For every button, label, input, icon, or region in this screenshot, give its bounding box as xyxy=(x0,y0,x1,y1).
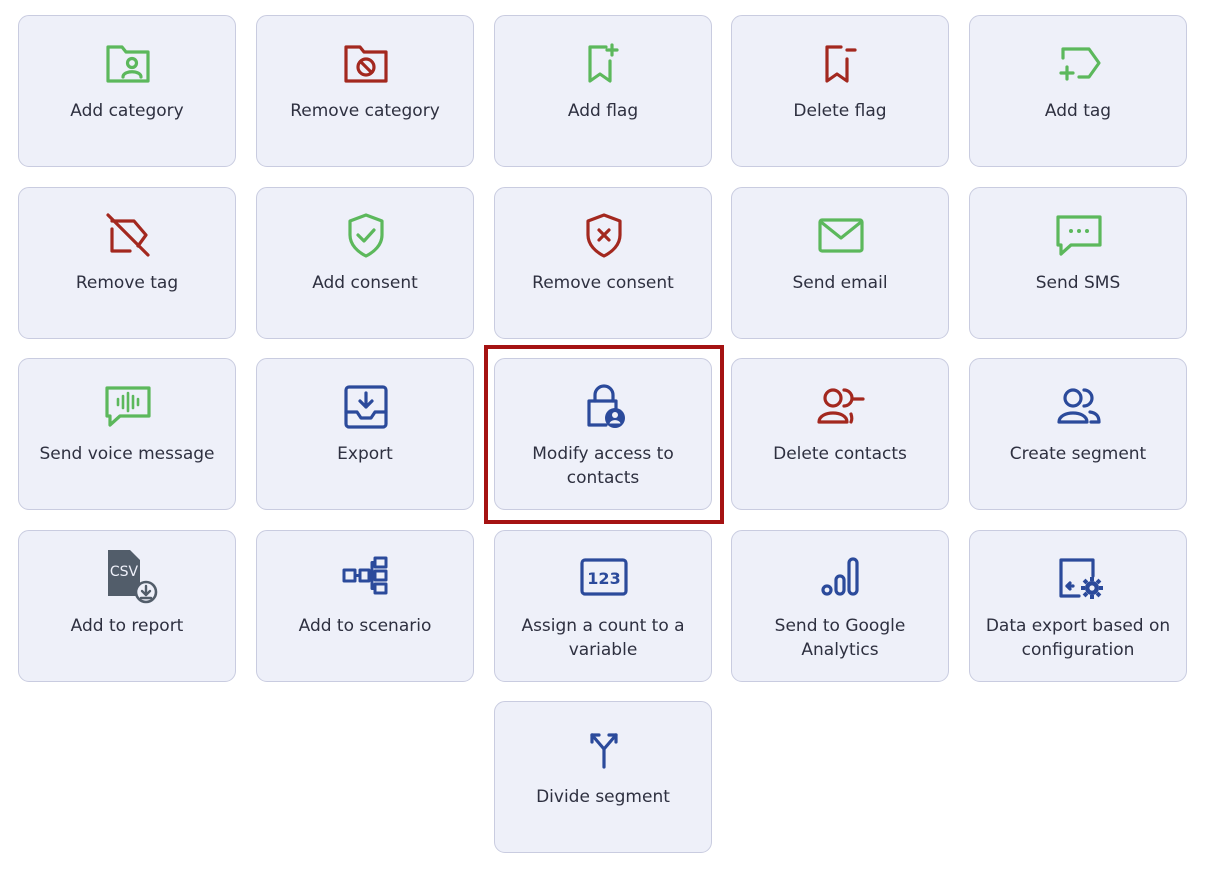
tile-label: Add to scenario xyxy=(298,616,432,636)
tile-label: Add consent xyxy=(312,273,418,293)
tile-create-segment[interactable]: Create segment xyxy=(969,358,1187,510)
tile-add-to-scenario[interactable]: Add to scenario xyxy=(256,530,474,682)
tile-divide-segment[interactable]: Divide segment xyxy=(494,701,712,853)
tile-data-export-configuration[interactable]: Data export based on configuration xyxy=(969,530,1187,682)
folder-user-icon xyxy=(104,41,152,87)
tile-remove-category[interactable]: Remove category xyxy=(256,15,474,167)
tile-export[interactable]: Export xyxy=(256,358,474,510)
tile-add-tag[interactable]: Add tag xyxy=(969,15,1187,167)
tile-label: Remove category xyxy=(290,101,440,121)
tile-label: Remove tag xyxy=(75,273,179,293)
tag-add-icon xyxy=(1055,41,1103,87)
tile-label: Remove consent xyxy=(532,273,674,293)
export-gear-icon xyxy=(1055,556,1103,602)
envelope-icon xyxy=(817,213,865,259)
csv-icon-text: CSV xyxy=(110,564,139,580)
flag-add-icon xyxy=(580,41,628,87)
tile-label: Export xyxy=(337,444,393,464)
users-minus-icon xyxy=(817,384,865,430)
counter-123-icon: 123 xyxy=(580,556,628,602)
tile-add-to-report[interactable]: CSV Add to report xyxy=(18,530,236,682)
tile-modify-access-to-contacts[interactable]: Modify access to contacts xyxy=(494,358,712,510)
tile-delete-flag[interactable]: Delete flag xyxy=(731,15,949,167)
tile-send-sms[interactable]: Send SMS xyxy=(969,187,1187,339)
tile-label: Add tag xyxy=(1044,101,1112,121)
tile-label: Create segment xyxy=(1009,444,1147,464)
tile-label: Send voice message xyxy=(39,444,215,464)
tile-label: Add flag xyxy=(567,101,639,121)
tile-label: Assign a count to a variable xyxy=(521,616,685,660)
tile-label: Data export based on configuration xyxy=(985,616,1171,660)
tile-send-email[interactable]: Send email xyxy=(731,187,949,339)
flag-remove-icon xyxy=(817,41,865,87)
shield-check-icon xyxy=(342,213,390,259)
tile-add-category[interactable]: Add category xyxy=(18,15,236,167)
tile-remove-tag[interactable]: Remove tag xyxy=(18,187,236,339)
tile-send-to-google-analytics[interactable]: Send to Google Analytics xyxy=(731,530,949,682)
tile-label: Add to report xyxy=(70,616,184,636)
tray-download-icon xyxy=(342,384,390,430)
tile-assign-count-to-variable[interactable]: 123 Assign a count to a variable xyxy=(494,530,712,682)
voice-wave-icon xyxy=(104,384,152,430)
flow-tree-icon xyxy=(342,556,390,602)
tile-label: Modify access to contacts xyxy=(532,444,674,488)
tag-off-icon xyxy=(104,213,152,259)
tile-label: Delete flag xyxy=(793,101,887,121)
counter-icon-text: 123 xyxy=(587,569,620,588)
tile-remove-consent[interactable]: Remove consent xyxy=(494,187,712,339)
split-arrows-icon xyxy=(580,727,628,773)
folder-block-icon xyxy=(342,41,390,87)
lock-user-icon xyxy=(580,384,628,430)
tile-label: Add category xyxy=(70,101,184,121)
tile-label: Delete contacts xyxy=(773,444,907,464)
tile-add-consent[interactable]: Add consent xyxy=(256,187,474,339)
tile-add-flag[interactable]: Add flag xyxy=(494,15,712,167)
tile-label: Send to Google Analytics xyxy=(774,616,906,660)
analytics-bars-icon xyxy=(817,556,865,602)
tile-label: Send SMS xyxy=(1035,273,1121,293)
tile-label: Divide segment xyxy=(536,787,670,807)
tile-label: Send email xyxy=(792,273,888,293)
tile-send-voice-message[interactable]: Send voice message xyxy=(18,358,236,510)
shield-x-icon xyxy=(580,213,628,259)
chat-dots-icon xyxy=(1055,213,1103,259)
tile-delete-contacts[interactable]: Delete contacts xyxy=(731,358,949,510)
users-icon xyxy=(1055,384,1103,430)
csv-file-icon: CSV xyxy=(104,550,158,604)
